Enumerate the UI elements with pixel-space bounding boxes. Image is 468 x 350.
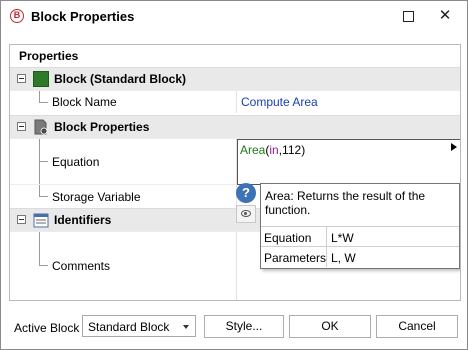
- properties-header: Properties: [10, 45, 460, 67]
- tooltip-key: Equation: [264, 231, 312, 245]
- collapse-toggle-icon[interactable]: [17, 122, 26, 131]
- cancel-button[interactable]: Cancel: [376, 315, 458, 338]
- collapse-toggle-icon[interactable]: [17, 74, 26, 83]
- equation-close-paren: ): [301, 143, 306, 157]
- category-block-properties[interactable]: Block Properties: [10, 115, 236, 138]
- category-label: Identifiers: [54, 213, 112, 227]
- equation-function: Area: [240, 143, 266, 157]
- property-label: Storage Variable: [52, 190, 141, 204]
- category-block-properties-value: [236, 115, 460, 138]
- ok-button[interactable]: OK: [289, 315, 371, 338]
- app-logo-icon: B: [10, 9, 24, 23]
- category-block[interactable]: Block (Standard Block): [10, 67, 236, 90]
- tooltip-description: Area: Returns the result of the function…: [265, 189, 426, 217]
- document-gear-icon: [34, 119, 48, 135]
- block-name-value[interactable]: Compute Area: [241, 95, 318, 109]
- help-button[interactable]: ?: [236, 183, 256, 203]
- expand-arrow-icon[interactable]: [451, 143, 457, 151]
- tooltip-key: Parameters: [264, 251, 327, 265]
- block-properties-dialog: B Block Properties ✕ Properties Block (S…: [0, 0, 468, 350]
- category-label: Block Properties: [54, 120, 150, 134]
- tooltip-value: L, W: [331, 251, 356, 265]
- properties-header-label: Properties: [19, 49, 79, 63]
- maximize-button[interactable]: [397, 7, 419, 25]
- style-button[interactable]: Style...: [204, 315, 284, 338]
- active-block-select[interactable]: Standard Block: [82, 315, 196, 337]
- category-label: Block (Standard Block): [54, 72, 187, 86]
- close-button[interactable]: ✕: [434, 7, 456, 25]
- active-block-label: Active Block: [14, 321, 80, 335]
- equation-text[interactable]: Area(in,112): [240, 143, 305, 157]
- equation-number: 112: [282, 143, 302, 157]
- property-row-block-name[interactable]: Block Name Compute Area: [10, 90, 460, 113]
- property-label: Equation: [52, 155, 100, 169]
- tooltip-row-equation: Equation L*W: [261, 226, 459, 247]
- category-identifiers[interactable]: Identifiers: [10, 208, 236, 231]
- dialog-title: Block Properties: [31, 9, 135, 24]
- tooltip-row-parameters: Parameters L, W: [261, 246, 459, 267]
- tooltip-value: L*W: [331, 231, 354, 245]
- view-button[interactable]: [236, 205, 256, 223]
- properties-grid: Properties Block (Standard Block) Block …: [9, 44, 461, 301]
- property-label: Block Name: [52, 95, 117, 109]
- block-icon: [33, 71, 49, 87]
- maximize-icon: [402, 11, 414, 22]
- eye-icon: [241, 210, 251, 217]
- function-tooltip: Area: Returns the result of the function…: [260, 183, 460, 269]
- category-block-value: [236, 67, 460, 90]
- collapse-toggle-icon[interactable]: [17, 215, 26, 224]
- active-block-value: Standard Block: [88, 320, 170, 334]
- equation-argument: in: [269, 143, 279, 157]
- title-bar: B Block Properties ✕: [1, 1, 467, 32]
- property-label: Comments: [52, 259, 111, 273]
- equation-editor[interactable]: Area(in,112): [237, 139, 460, 185]
- calendar-list-icon: [33, 213, 49, 228]
- chevron-down-icon: [183, 325, 189, 329]
